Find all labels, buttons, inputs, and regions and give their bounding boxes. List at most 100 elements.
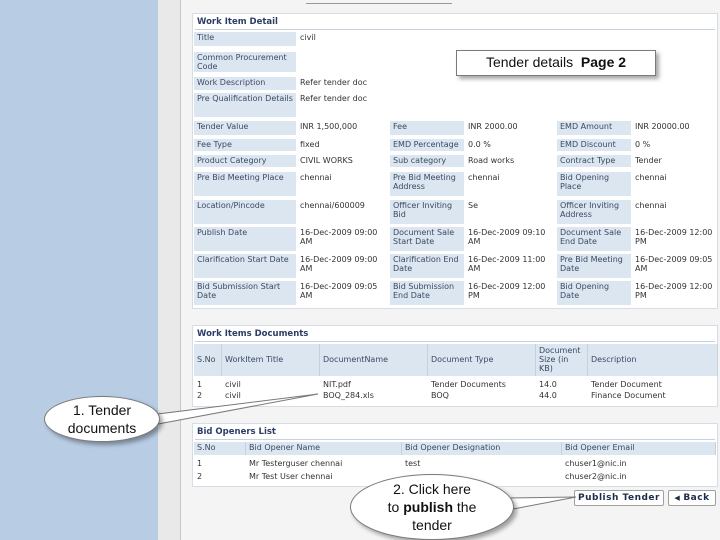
detail-label: EMD Amount bbox=[557, 121, 631, 135]
bid-openers-column-header: Bid Opener Email bbox=[562, 442, 716, 455]
detail-value: chennai/600009 bbox=[300, 201, 365, 210]
section-rule bbox=[195, 341, 715, 342]
publish-callout-line1: 2. Click here bbox=[393, 481, 471, 497]
detail-value: chennai bbox=[635, 201, 667, 210]
detail-label: Work Description bbox=[194, 77, 296, 90]
publish-tender-label: Publish Tender bbox=[578, 493, 660, 503]
detail-value: fixed bbox=[300, 140, 320, 149]
detail-label: Publish Date bbox=[194, 227, 296, 251]
detail-label: Bid Submission Start Date bbox=[194, 281, 296, 305]
detail-value: Se bbox=[468, 201, 478, 210]
tender-documents-line2: documents bbox=[67, 420, 137, 436]
publish-callout-line2: to publish the bbox=[388, 498, 477, 516]
work-items-documents-title: Work Items Documents bbox=[197, 329, 309, 339]
documents-cell: 2 bbox=[197, 391, 203, 400]
section-rule bbox=[195, 29, 715, 30]
documents-cell: BOQ bbox=[431, 391, 449, 400]
detail-label: Officer Inviting Address bbox=[557, 200, 631, 224]
detail-value: Tender bbox=[635, 156, 662, 165]
detail-label: Bid Opening Place bbox=[557, 172, 631, 196]
documents-column-header: WorkItem Title bbox=[222, 344, 320, 376]
back-arrow-icon: ◀ bbox=[674, 494, 681, 502]
documents-cell: 1 bbox=[197, 380, 203, 389]
detail-label: Bid Opening Date bbox=[557, 281, 631, 305]
bid-openers-cell: Mr Testerguser chennai bbox=[249, 459, 343, 468]
detail-value: INR 2000.00 bbox=[468, 122, 518, 131]
detail-value: 16-Dec-2009 12:00 PM bbox=[635, 282, 713, 300]
publish-callout-to: to bbox=[387, 499, 404, 515]
detail-value: 16-Dec-2009 09:05 AM bbox=[635, 255, 713, 273]
documents-cell: Tender Document bbox=[591, 380, 662, 389]
detail-label: Pre Bid Meeting Address bbox=[390, 172, 464, 196]
detail-value: 16-Dec-2009 09:10 AM bbox=[468, 228, 546, 246]
detail-label: Clarification Start Date bbox=[194, 254, 296, 278]
bid-openers-cell: chuser2@nic.in bbox=[565, 472, 627, 481]
detail-value: Refer tender doc bbox=[300, 78, 368, 87]
detail-label: Officer Inviting Bid bbox=[390, 200, 464, 224]
detail-label: Document Sale Start Date bbox=[390, 227, 464, 251]
detail-label: Title bbox=[194, 32, 296, 46]
bid-openers-cell: chuser1@nic.in bbox=[565, 459, 627, 468]
back-label: Back bbox=[683, 493, 710, 503]
detail-label: EMD Percentage bbox=[390, 139, 464, 151]
detail-value: 16-Dec-2009 12:00 PM bbox=[468, 282, 546, 300]
detail-value: 16-Dec-2009 11:00 AM bbox=[468, 255, 546, 273]
detail-value: 16-Dec-2009 09:00 AM bbox=[300, 255, 378, 273]
documents-cell: 44.0 bbox=[539, 391, 557, 400]
detail-label: Location/Pincode bbox=[194, 200, 296, 224]
documents-column-header: Document Size (in KB) bbox=[536, 344, 588, 376]
publish-callout-publish: publish bbox=[403, 499, 453, 515]
detail-value: chennai bbox=[300, 173, 332, 182]
detail-value: CIVIL WORKS bbox=[300, 156, 353, 165]
detail-label: Sub category bbox=[390, 155, 464, 167]
detail-label: Pre Bid Meeting Place bbox=[194, 172, 296, 196]
detail-value: 0.0 % bbox=[468, 140, 491, 149]
detail-value: chennai bbox=[468, 173, 500, 182]
publish-callout-line3: tender bbox=[412, 517, 452, 533]
bid-openers-cell: 1 bbox=[197, 459, 203, 468]
tender-details-page: Page 2 bbox=[580, 54, 627, 70]
work-item-detail-title: Work Item Detail bbox=[197, 17, 278, 27]
detail-value: chennai bbox=[635, 173, 667, 182]
detail-label: Fee bbox=[390, 121, 464, 135]
bid-openers-column-header: Bid Opener Name bbox=[246, 442, 402, 455]
detail-value: Refer tender doc bbox=[300, 94, 368, 103]
documents-cell: NIT.pdf bbox=[323, 380, 351, 389]
bid-openers-column-header: Bid Opener Designation bbox=[402, 442, 562, 455]
publish-tender-button[interactable]: Publish Tender bbox=[574, 490, 664, 506]
detail-label: Pre Bid Meeting Date bbox=[557, 254, 631, 278]
left-panel bbox=[0, 0, 158, 540]
bid-openers-cell: 2 bbox=[197, 472, 203, 481]
detail-label: Clarification End Date bbox=[390, 254, 464, 278]
detail-label: Pre Qualification Details bbox=[194, 93, 296, 117]
detail-value: INR 1,500,000 bbox=[300, 122, 358, 131]
detail-value: 0 % bbox=[635, 140, 651, 149]
detail-value: civil bbox=[300, 33, 316, 42]
detail-value: Road works bbox=[468, 156, 515, 165]
detail-value bbox=[298, 52, 382, 72]
documents-column-header: Description bbox=[588, 344, 718, 376]
detail-value: INR 20000.00 bbox=[635, 122, 690, 131]
detail-label: EMD Discount bbox=[557, 139, 631, 151]
documents-cell: BOQ_284.xls bbox=[323, 391, 374, 400]
detail-label: Document Sale End Date bbox=[557, 227, 631, 251]
detail-value: 16-Dec-2009 12:00 PM bbox=[635, 228, 713, 246]
documents-cell: Finance Document bbox=[591, 391, 666, 400]
detail-label: Fee Type bbox=[194, 139, 296, 151]
bid-openers-cell: test bbox=[405, 459, 421, 468]
detail-label: Tender Value bbox=[194, 121, 296, 135]
tender-details-callout: Tender details Page 2 bbox=[456, 50, 656, 76]
tender-documents-line1: 1. Tender bbox=[72, 402, 132, 418]
detail-label: Contract Type bbox=[557, 155, 631, 167]
documents-cell: Tender Documents bbox=[431, 380, 506, 389]
publish-callout: 2. Click here to publish the tender bbox=[350, 474, 514, 540]
detail-label: Product Category bbox=[194, 155, 296, 167]
detail-label: Bid Submission End Date bbox=[390, 281, 464, 305]
documents-cell: civil bbox=[225, 391, 241, 400]
bid-openers-title: Bid Openers List bbox=[197, 427, 276, 437]
documents-column-header: DocumentName bbox=[320, 344, 428, 376]
back-button[interactable]: ◀ Back bbox=[668, 490, 716, 506]
documents-cell: 14.0 bbox=[539, 380, 557, 389]
documents-column-header: S.No bbox=[194, 344, 222, 376]
bid-openers-column-header: S.No bbox=[194, 442, 246, 455]
